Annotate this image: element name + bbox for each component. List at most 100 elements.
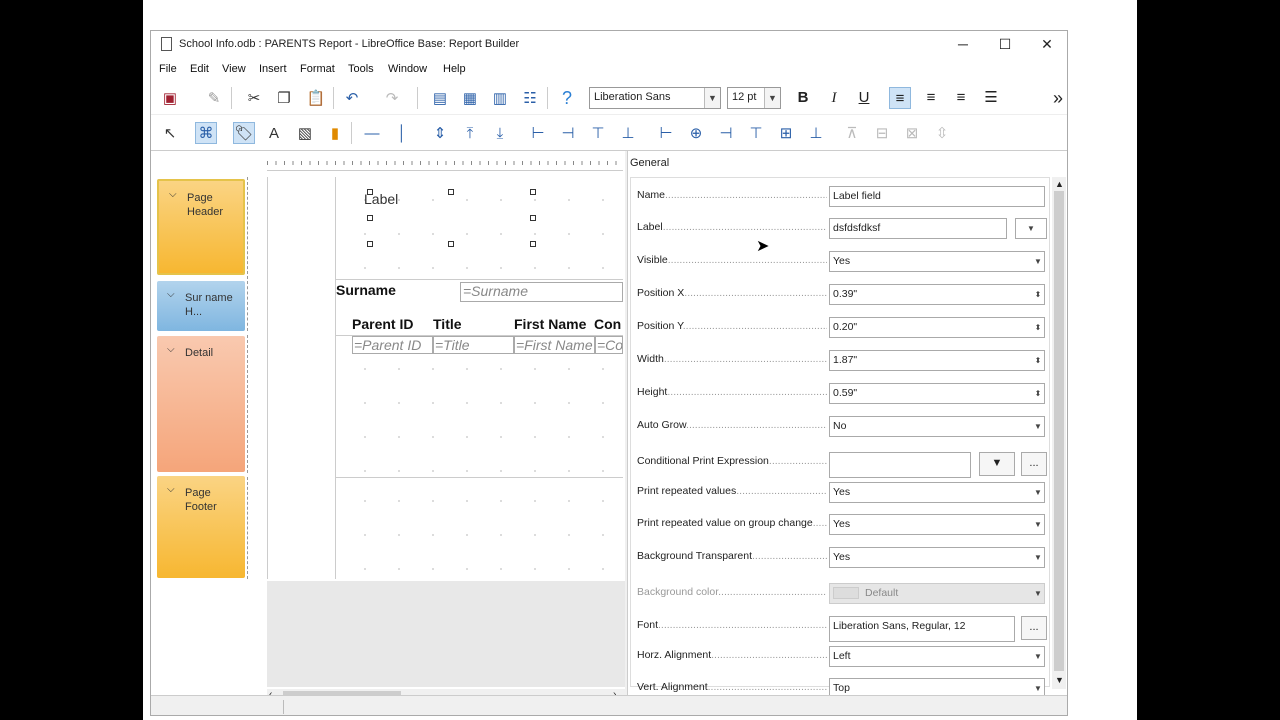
bold-button[interactable]: B: [792, 87, 814, 109]
surname-field[interactable]: =Surname: [460, 282, 623, 302]
menu-insert[interactable]: Insert: [259, 63, 287, 75]
spin-arrows-icon[interactable]: ⬍: [1032, 318, 1044, 337]
col-header-parent-id[interactable]: Parent ID: [352, 316, 413, 332]
report-icon[interactable]: ▤: [429, 87, 451, 109]
align-top-section-icon[interactable]: ⊤: [745, 122, 767, 144]
font-ellipsis-button[interactable]: ...: [1021, 616, 1047, 640]
align-top-icon[interactable]: ⤒: [459, 122, 481, 144]
properties-vertical-scrollbar[interactable]: ▲ ▼: [1052, 177, 1066, 689]
scroll-down-icon[interactable]: ▼: [1055, 675, 1064, 685]
align-right-objects-icon[interactable]: ⊣: [557, 122, 579, 144]
chevron-down-icon[interactable]: ▼: [1032, 515, 1044, 534]
selection-handle[interactable]: [448, 241, 454, 247]
selection-handle[interactable]: [367, 215, 373, 221]
detail-field-title[interactable]: =Title: [433, 336, 514, 354]
menu-view[interactable]: View: [222, 63, 246, 75]
property-value-height[interactable]: 0.59" ⬍: [829, 383, 1045, 404]
more-tools-icon[interactable]: »: [1047, 87, 1067, 109]
surname-label[interactable]: Surname: [336, 282, 396, 298]
sorting-grouping-icon[interactable]: ▦: [459, 87, 481, 109]
detail-field-contact[interactable]: =Co: [595, 336, 623, 354]
property-value-position-y[interactable]: 0.20" ⬍: [829, 317, 1045, 338]
redo-icon[interactable]: ↷: [381, 87, 403, 109]
chevron-down-icon[interactable]: ▼: [1032, 417, 1044, 436]
menu-file[interactable]: File: [159, 63, 177, 75]
shrink-height-icon[interactable]: ⊟: [871, 122, 893, 144]
menu-help[interactable]: Help: [443, 63, 466, 75]
chevron-down-icon[interactable]: ▼: [1032, 252, 1044, 271]
align-bottom-objects-icon[interactable]: ⊥: [617, 122, 639, 144]
chevron-down-icon[interactable]: ⌵: [167, 289, 175, 300]
chevron-down-icon[interactable]: ▼: [1032, 647, 1044, 666]
align-center-section-icon[interactable]: ⊕: [685, 122, 707, 144]
chevron-down-icon[interactable]: ▼: [1032, 548, 1044, 567]
chevron-down-icon[interactable]: ▼: [764, 88, 780, 108]
align-left-objects-icon[interactable]: ⊢: [527, 122, 549, 144]
col-header-title[interactable]: Title: [433, 316, 462, 332]
chevron-down-icon[interactable]: ▼: [1016, 219, 1046, 238]
image-icon[interactable]: ▧: [294, 122, 316, 144]
label-dropdown-button[interactable]: ▼: [1015, 218, 1047, 239]
selection-handle[interactable]: [367, 189, 373, 195]
text-box-icon[interactable]: A: [263, 122, 285, 144]
font-name-combo[interactable]: Liberation Sans ▼: [589, 87, 721, 109]
section-tab-page-footer[interactable]: ⌵ Page Footer: [157, 476, 245, 578]
align-center-icon[interactable]: ≡: [920, 87, 942, 109]
save-icon[interactable]: ▣: [159, 87, 181, 109]
spin-arrows-icon[interactable]: ⬍: [1032, 351, 1044, 370]
chevron-down-icon[interactable]: ⌵: [167, 344, 175, 355]
chevron-down-icon[interactable]: ⌵: [167, 484, 175, 495]
property-value-print-repeated-value-on-group-change[interactable]: Yes ▼: [829, 514, 1045, 535]
section-tab-group-header[interactable]: ⌵ Sur name H...: [157, 281, 245, 331]
menu-tools[interactable]: Tools: [348, 63, 374, 75]
selection-handle[interactable]: [530, 241, 536, 247]
menu-edit[interactable]: Edit: [190, 63, 209, 75]
band-detail[interactable]: =Parent ID =Title =First Name =Co: [336, 335, 623, 473]
shrink-width-icon[interactable]: ⊠: [901, 122, 923, 144]
property-value-width[interactable]: 1.87" ⬍: [829, 350, 1045, 371]
detail-field-parent-id[interactable]: =Parent ID: [352, 336, 433, 354]
design-mode-icon[interactable]: ⌘: [195, 122, 217, 144]
tab-general[interactable]: General: [630, 157, 669, 169]
property-value-label[interactable]: dsfdsfdksf: [829, 218, 1007, 239]
align-bottom-icon[interactable]: ⤓: [489, 122, 511, 144]
page-header-icon[interactable]: ▥: [489, 87, 511, 109]
vertical-line-icon[interactable]: │: [391, 122, 413, 144]
band-page-header[interactable]: Label: [336, 177, 623, 279]
selection-handle[interactable]: [367, 241, 373, 247]
undo-icon[interactable]: ↶: [341, 87, 363, 109]
close-button[interactable]: ✕: [1025, 31, 1067, 59]
band-page-footer[interactable]: [336, 477, 623, 579]
band-group-header[interactable]: Surname =Surname Parent ID Title First N…: [336, 279, 623, 335]
scroll-up-icon[interactable]: ▲: [1055, 179, 1064, 189]
align-right-section-icon[interactable]: ⊣: [715, 122, 737, 144]
horizontal-line-icon[interactable]: —: [361, 122, 383, 144]
italic-button[interactable]: I: [823, 87, 845, 109]
condition-ellipsis-button[interactable]: ...: [1021, 452, 1047, 476]
chevron-down-icon[interactable]: ▼: [1032, 584, 1044, 603]
col-header-contact[interactable]: Con: [594, 316, 621, 332]
justify-icon[interactable]: ☰: [980, 87, 1002, 109]
scrollbar-thumb[interactable]: [1054, 191, 1064, 671]
align-top-objects-icon[interactable]: ⊤: [587, 122, 609, 144]
section-tab-page-header[interactable]: ⌵ Page Header: [157, 179, 245, 275]
align-right-icon[interactable]: ≡: [950, 87, 972, 109]
property-value-auto-grow[interactable]: No ▼: [829, 416, 1045, 437]
property-value-visible[interactable]: Yes ▼: [829, 251, 1045, 272]
align-middle-section-icon[interactable]: ⊞: [775, 122, 797, 144]
menu-window[interactable]: Window: [388, 63, 427, 75]
chevron-down-icon[interactable]: ⌵: [169, 189, 177, 200]
select-pointer-icon[interactable]: ↖: [159, 122, 181, 144]
property-value-conditional-print-expression[interactable]: [829, 452, 971, 478]
align-bottom-section-icon[interactable]: ⊥: [805, 122, 827, 144]
property-value-position-x[interactable]: 0.39" ⬍: [829, 284, 1045, 305]
cut-icon[interactable]: ✂: [243, 87, 265, 109]
selection-handle[interactable]: [530, 215, 536, 221]
font-size-combo[interactable]: 12 pt ▼: [727, 87, 781, 109]
spin-arrows-icon[interactable]: ⬍: [1032, 384, 1044, 403]
paste-icon[interactable]: 📋: [305, 87, 327, 109]
property-value-horz-alignment[interactable]: Left ▼: [829, 646, 1045, 667]
selection-handle[interactable]: [530, 189, 536, 195]
shrink-icon[interactable]: ⊼: [841, 122, 863, 144]
col-header-first-name[interactable]: First Name: [514, 316, 586, 332]
